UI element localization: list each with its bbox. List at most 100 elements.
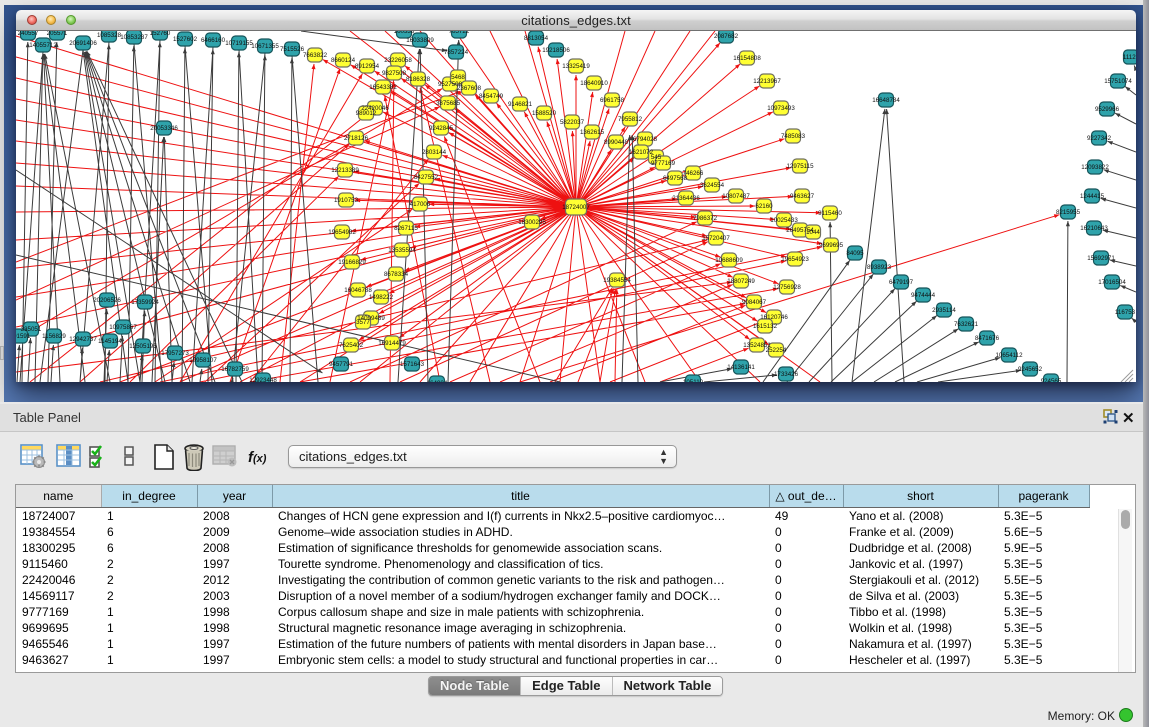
svg-text:9457791: 9457791 bbox=[329, 361, 354, 368]
svg-text:5468: 5468 bbox=[451, 74, 465, 81]
svg-text:12505195: 12505195 bbox=[129, 343, 157, 350]
svg-text:1498222: 1498222 bbox=[369, 294, 394, 301]
svg-text:9463627: 9463627 bbox=[790, 193, 815, 200]
svg-text:6961758: 6961758 bbox=[600, 97, 625, 104]
svg-text:18807249: 18807249 bbox=[727, 278, 755, 285]
svg-text:8267115: 8267115 bbox=[394, 225, 418, 232]
svg-text:15692971: 15692971 bbox=[1087, 255, 1115, 262]
svg-text:18724007: 18724007 bbox=[562, 204, 590, 211]
svg-text:1615132: 1615132 bbox=[753, 323, 778, 330]
svg-text:10975867: 10975867 bbox=[109, 324, 137, 331]
svg-text:6794028: 6794028 bbox=[633, 136, 658, 143]
svg-text:9777169: 9777169 bbox=[651, 160, 676, 167]
svg-text:10958107: 10958107 bbox=[189, 357, 217, 364]
svg-text:1145194: 1145194 bbox=[98, 338, 122, 345]
svg-text:21364436: 21364436 bbox=[672, 195, 700, 202]
svg-text:785722: 785722 bbox=[449, 31, 470, 35]
svg-text:19384554: 19384554 bbox=[603, 277, 631, 284]
svg-text:10853287: 10853287 bbox=[120, 34, 148, 41]
svg-text:16120746: 16120746 bbox=[760, 314, 788, 321]
svg-text:9084067: 9084067 bbox=[742, 299, 767, 306]
svg-text:18640910: 18640910 bbox=[580, 80, 608, 87]
svg-text:6466160: 6466160 bbox=[201, 37, 226, 44]
svg-text:8813054: 8813054 bbox=[524, 35, 549, 42]
svg-text:16154808: 16154808 bbox=[733, 55, 761, 62]
svg-text:19166829: 19166829 bbox=[338, 259, 366, 266]
svg-text:3624554: 3624554 bbox=[700, 182, 725, 189]
svg-text:12213389: 12213389 bbox=[331, 167, 359, 174]
svg-text:2087682: 2087682 bbox=[714, 33, 739, 40]
svg-text:417006: 417006 bbox=[410, 201, 431, 208]
svg-text:18300295: 18300295 bbox=[518, 219, 546, 226]
svg-text:6479197: 6479197 bbox=[889, 279, 914, 286]
svg-text:16914479: 16914479 bbox=[378, 340, 406, 347]
svg-text:1527602: 1527602 bbox=[173, 36, 198, 43]
svg-text:252254: 252254 bbox=[766, 347, 787, 354]
svg-text:8454749: 8454749 bbox=[479, 93, 504, 100]
svg-text:7515526: 7515526 bbox=[280, 46, 305, 53]
svg-text:1733426: 1733426 bbox=[774, 371, 799, 378]
svg-text:13325419: 13325419 bbox=[562, 63, 590, 70]
svg-text:9115460: 9115460 bbox=[818, 210, 842, 217]
svg-text:7625402: 7625402 bbox=[339, 342, 364, 349]
svg-text:3577: 3577 bbox=[356, 319, 370, 326]
svg-text:7632621: 7632621 bbox=[954, 321, 979, 328]
svg-text:8215955: 8215955 bbox=[1056, 209, 1081, 216]
svg-text:20691406: 20691406 bbox=[69, 40, 97, 47]
svg-text:10688609: 10688609 bbox=[715, 257, 743, 264]
svg-text:1571643: 1571643 bbox=[400, 361, 425, 368]
svg-text:12942737: 12942737 bbox=[69, 336, 97, 343]
svg-text:8186328: 8186328 bbox=[406, 76, 431, 83]
svg-text:1085328: 1085328 bbox=[97, 32, 122, 39]
svg-text:2803144: 2803144 bbox=[422, 149, 447, 156]
svg-text:8678334: 8678334 bbox=[384, 271, 409, 278]
svg-text:11123: 11123 bbox=[1123, 54, 1136, 61]
svg-text:10719155: 10719155 bbox=[225, 40, 253, 47]
svg-text:10671355: 10671355 bbox=[251, 43, 279, 50]
svg-text:164904: 164904 bbox=[427, 380, 448, 382]
svg-text:8912954: 8912954 bbox=[355, 63, 380, 70]
svg-text:8471676: 8471676 bbox=[975, 335, 1000, 342]
svg-text:9227342: 9227342 bbox=[1087, 135, 1112, 142]
svg-text:1244415: 1244415 bbox=[1080, 193, 1105, 200]
svg-text:17016504: 17016504 bbox=[1098, 279, 1126, 286]
svg-text:12213967: 12213967 bbox=[753, 78, 781, 85]
svg-text:8990448: 8990448 bbox=[604, 139, 629, 146]
svg-text:16648784: 16648784 bbox=[872, 97, 900, 104]
svg-text:2367608: 2367608 bbox=[457, 85, 482, 92]
svg-text:23226058: 23226058 bbox=[384, 57, 412, 64]
svg-text:9242845: 9242845 bbox=[429, 125, 454, 132]
svg-text:10973493: 10973493 bbox=[767, 105, 795, 112]
svg-text:1362615: 1362615 bbox=[580, 129, 605, 136]
svg-text:15751074: 15751074 bbox=[1104, 78, 1132, 85]
svg-text:19218506: 19218506 bbox=[542, 47, 570, 54]
svg-text:16033809: 16033809 bbox=[406, 37, 434, 44]
svg-text:10807487: 10807487 bbox=[722, 193, 750, 200]
svg-text:16782759: 16782759 bbox=[221, 366, 249, 373]
svg-text:15720407: 15720407 bbox=[702, 235, 730, 242]
svg-text:5822037: 5822037 bbox=[560, 119, 585, 126]
svg-text:17957273: 17957273 bbox=[161, 350, 189, 357]
svg-text:17359924: 17359924 bbox=[131, 299, 159, 306]
svg-text:1156829: 1156829 bbox=[42, 333, 66, 340]
svg-text:20206526: 20206526 bbox=[93, 297, 121, 304]
svg-text:12923448: 12923448 bbox=[249, 377, 277, 382]
svg-text:16046788: 16046788 bbox=[344, 287, 372, 294]
svg-text:9474444: 9474444 bbox=[911, 292, 936, 299]
svg-text:9699695: 9699695 bbox=[819, 242, 844, 249]
svg-text:152760: 152760 bbox=[150, 31, 171, 37]
svg-text:2718126: 2718126 bbox=[344, 135, 369, 142]
svg-text:116753: 116753 bbox=[1115, 309, 1136, 316]
svg-text:240557: 240557 bbox=[18, 31, 39, 37]
svg-text:10025433: 10025433 bbox=[770, 217, 798, 224]
svg-text:12093822: 12093822 bbox=[1081, 164, 1109, 171]
svg-text:160338: 160338 bbox=[394, 31, 415, 35]
svg-text:16210643: 16210643 bbox=[1080, 225, 1108, 232]
svg-text:335051: 335051 bbox=[21, 326, 42, 333]
svg-text:7663822: 7663822 bbox=[303, 52, 328, 59]
svg-text:14136141: 14136141 bbox=[727, 364, 755, 371]
svg-text:19654923: 19654923 bbox=[781, 256, 809, 263]
svg-text:10654112: 10654112 bbox=[995, 352, 1023, 359]
svg-text:8660124: 8660124 bbox=[331, 57, 356, 64]
svg-text:7485083: 7485083 bbox=[781, 133, 806, 140]
